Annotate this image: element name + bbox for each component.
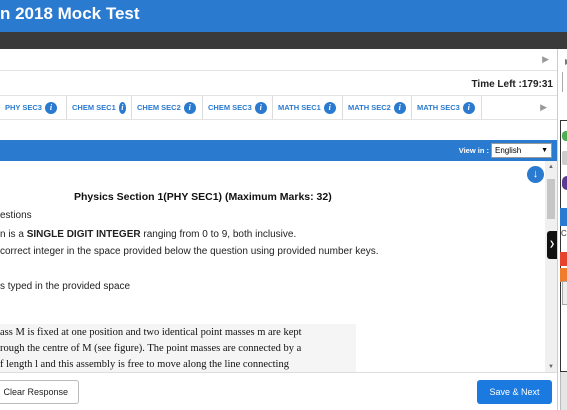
question-button[interactable]: [562, 281, 567, 305]
submit-area: [560, 372, 567, 410]
vertical-scrollbar[interactable]: ▲ ▼: [545, 161, 557, 372]
divider: [562, 72, 567, 92]
section-tabs: PHY SEC3 i CHEM SEC1 i CHEM SEC2 i CHEM …: [0, 95, 557, 120]
info-icon[interactable]: i: [393, 101, 406, 114]
question-line: f length l and this assembly is free to …: [0, 359, 289, 370]
tab-phy-sec3[interactable]: PHY SEC3 i: [0, 96, 67, 119]
text: n is a: [0, 229, 27, 240]
question-content: Physics Section 1(PHY SEC1) (Maximum Mar…: [0, 161, 545, 372]
info-icon[interactable]: i: [118, 101, 126, 114]
scroll-thumb[interactable]: [547, 179, 555, 219]
dark-toolbar: [0, 32, 567, 49]
view-in-label: View in :: [458, 146, 489, 155]
scroll-down-icon[interactable]: ▼: [548, 364, 554, 370]
section-header: [560, 208, 567, 226]
tab-math-sec3[interactable]: MATH SEC3 i: [412, 96, 482, 119]
tab-chem-sec2[interactable]: CHEM SEC2 i: [132, 96, 203, 119]
footer-bar: Clear Response Save & Next: [0, 372, 557, 410]
language-bar: View in : English ▼: [0, 140, 557, 161]
exam-title: n 2018 Mock Test: [0, 4, 140, 23]
time-left: Time Left :179:31: [471, 79, 553, 90]
info-icon[interactable]: i: [44, 101, 57, 114]
scroll-up-icon[interactable]: ▲: [548, 164, 554, 170]
info-icon[interactable]: i: [254, 101, 267, 114]
question-line: ass M is fixed at one position and two i…: [0, 327, 302, 338]
tab-math-sec1[interactable]: MATH SEC1 i: [273, 96, 343, 119]
chevron-right-icon[interactable]: ▶: [540, 102, 547, 113]
language-value: English: [495, 146, 522, 155]
scroll-down-arrow-icon[interactable]: ↓: [527, 166, 544, 183]
tab-chem-sec1[interactable]: CHEM SEC1 i: [67, 96, 132, 119]
instruction-line: estions: [0, 210, 32, 221]
tab-math-sec2[interactable]: MATH SEC2 i: [343, 96, 412, 119]
tab-label: CHEM SEC3: [208, 103, 252, 112]
language-select[interactable]: English ▼: [491, 143, 552, 158]
tab-label: CHEM SEC2: [137, 103, 181, 112]
panel-letter: C: [561, 229, 567, 238]
chevron-right-icon[interactable]: ▶: [542, 54, 549, 65]
text: ranging from 0 to 9, both inclusive.: [140, 229, 297, 240]
not-answered-question-button[interactable]: [560, 252, 567, 266]
top-strip: ▶: [0, 49, 557, 71]
clear-response-button[interactable]: Clear Response: [0, 380, 79, 404]
marked-legend-icon: [562, 176, 567, 190]
info-icon[interactable]: i: [462, 101, 475, 114]
question-button[interactable]: [560, 268, 567, 282]
tab-label: MATH SEC2: [348, 103, 391, 112]
exam-title-bar: n 2018 Mock Test: [0, 0, 567, 32]
instruction-line: n is a SINGLE DIGIT INTEGER ranging from…: [0, 229, 296, 240]
tab-label: CHEM SEC1: [72, 103, 116, 112]
tab-chem-sec3[interactable]: CHEM SEC3 i: [203, 96, 273, 119]
instruction-line: correct integer in the space provided be…: [0, 246, 379, 257]
tab-label: MATH SEC1: [278, 103, 321, 112]
collapse-panel-button[interactable]: ❯: [547, 231, 557, 259]
instruction-line: s typed in the provided space: [0, 281, 131, 292]
emphasis-text: SINGLE DIGIT INTEGER: [26, 229, 141, 240]
tab-label: PHY SEC3: [5, 103, 42, 112]
dropdown-arrow-icon: ▼: [541, 147, 548, 154]
question-line: rough the centre of M (see figure). The …: [0, 343, 302, 354]
answered-legend-icon: [562, 131, 567, 141]
section-heading: Physics Section 1(PHY SEC1) (Maximum Mar…: [74, 191, 332, 203]
save-next-button[interactable]: Save & Next: [477, 380, 552, 404]
tab-label: MATH SEC3: [417, 103, 460, 112]
info-icon[interactable]: i: [323, 101, 336, 114]
info-icon[interactable]: i: [183, 101, 196, 114]
not-visited-legend-icon: [562, 151, 567, 165]
question-text: ass M is fixed at one position and two i…: [0, 324, 356, 372]
